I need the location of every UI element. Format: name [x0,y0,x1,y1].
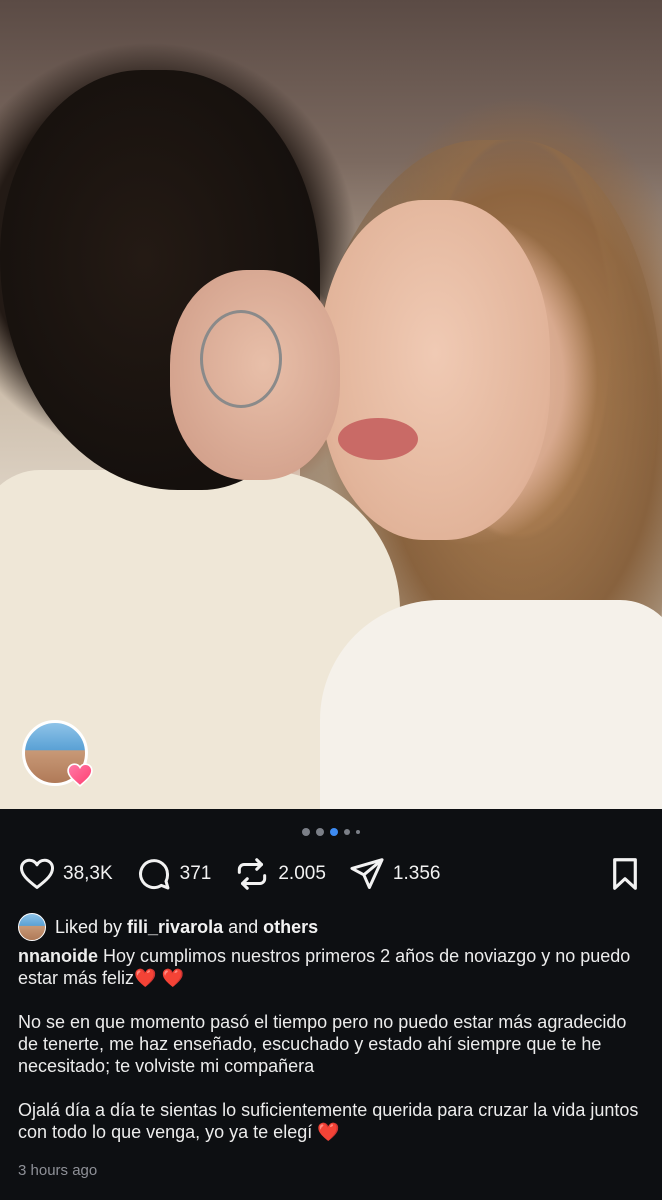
post-timestamp: 3 hours ago [18,1162,98,1179]
liked-by-row[interactable]: Liked by fili_rivarola and others [18,912,644,942]
comment-button[interactable]: 371 [135,855,212,893]
tagged-user-avatar[interactable] [22,720,93,787]
heart-icon [19,858,55,889]
caption-emoji: ❤️ [317,1122,340,1142]
liked-by-others[interactable]: others [263,917,318,938]
caption-emoji: ❤️ ❤️ [134,968,184,988]
repost-arrows-icon [238,858,267,890]
comment-bubble-icon [138,859,170,890]
liked-by-prefix: Liked by [55,916,123,937]
carousel-dot [356,830,360,834]
caption: nnanoide Hoy cumplimos nuestros primeros … [18,945,644,1165]
caption-paragraph-3: Ojalá día a día te sientas lo suficiente… [18,1099,644,1143]
carousel-dot [302,828,310,836]
liked-by-connector: and [228,916,259,937]
share-count: 1.356 [392,863,441,884]
liked-by-user[interactable]: fili_rivarola [127,917,223,938]
post-photo[interactable] [0,0,662,809]
carousel-dot [344,829,350,835]
repost-button[interactable]: 2.005 [233,855,326,893]
caption-paragraph: nnanoide Hoy cumplimos nuestros primeros … [18,945,644,989]
like-count: 38,3K [63,863,113,884]
repost-count: 2.005 [278,863,326,884]
caption-username[interactable]: nnanoide [18,946,98,966]
heart-badge-icon [67,763,93,787]
caption-line1: Hoy cumplimos nuestros primeros 2 años d… [18,946,631,988]
paper-plane-icon [350,858,384,889]
bookmark-icon [613,858,637,890]
comment-count: 371 [179,863,212,884]
caption-paragraph-2: No se en que momento pasó el tiempo pero… [18,1012,627,1076]
like-button[interactable]: 38,3K [18,855,113,893]
carousel-indicator [0,826,662,838]
carousel-dot [316,828,324,836]
save-button[interactable] [606,855,644,893]
liked-by-avatar [18,913,46,941]
share-button[interactable]: 1.356 [348,855,441,893]
action-bar: 38,3K 371 2.005 1.356 [18,852,644,896]
carousel-dot-active [330,828,338,836]
